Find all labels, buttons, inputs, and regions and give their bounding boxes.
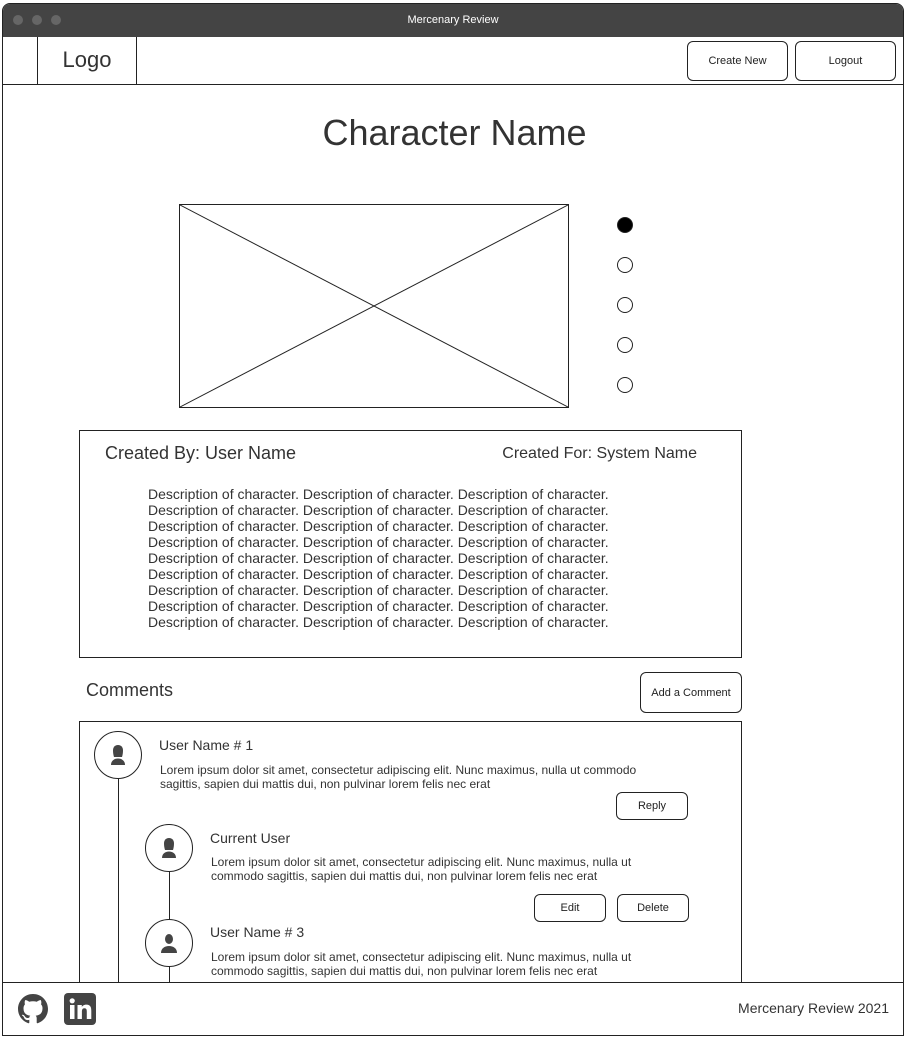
window-title: Mercenary Review bbox=[407, 14, 499, 26]
description-line: Description of character. Description of… bbox=[148, 598, 609, 614]
image-placeholder-icon bbox=[180, 205, 568, 407]
reply-button[interactable]: Reply bbox=[616, 792, 688, 820]
comments-list[interactable]: User Name # 1 Lorem ipsum dolor sit amet… bbox=[79, 721, 742, 991]
copyright-text: Mercenary Review 2021 bbox=[738, 1000, 889, 1016]
logout-button[interactable]: Logout bbox=[795, 41, 896, 81]
minimize-window-dot[interactable] bbox=[32, 15, 42, 25]
character-image-placeholder bbox=[179, 204, 569, 408]
created-by: Created By: User Name bbox=[105, 443, 297, 463]
comment-avatar bbox=[94, 731, 142, 779]
carousel-dot[interactable] bbox=[617, 297, 633, 313]
linkedin-icon[interactable] bbox=[64, 993, 96, 1025]
comment-user-name[interactable]: Current User bbox=[210, 830, 290, 846]
comment-text-line: Lorem ipsum dolor sit amet, consectetur … bbox=[160, 763, 637, 777]
comment-text-line: commodo sagittis, sapien dui mattis dui,… bbox=[211, 964, 598, 978]
description-line: Description of character. Description of… bbox=[148, 566, 609, 582]
description-line: Description of character. Description of… bbox=[148, 486, 609, 502]
maximize-window-dot[interactable] bbox=[51, 15, 61, 25]
logo[interactable]: Logo bbox=[37, 37, 137, 85]
comment-text: Lorem ipsum dolor sit amet, consectetur … bbox=[211, 855, 631, 883]
thread-line bbox=[118, 777, 119, 991]
description-line: Description of character. Description of… bbox=[148, 502, 609, 518]
character-name: Character Name bbox=[322, 112, 587, 153]
edit-button[interactable]: Edit bbox=[534, 894, 606, 922]
comment-text-line: commodo sagittis, sapien dui mattis dui,… bbox=[211, 869, 598, 883]
description-line: Description of character. Description of… bbox=[148, 582, 609, 598]
user-female-icon bbox=[111, 745, 125, 765]
description-line: Description of character. Description of… bbox=[148, 550, 609, 566]
github-icon[interactable] bbox=[17, 993, 49, 1025]
created-for: Created For: System Name bbox=[502, 445, 697, 462]
comment-user-name[interactable]: User Name # 1 bbox=[159, 737, 253, 753]
delete-button[interactable]: Delete bbox=[617, 894, 689, 922]
close-window-dot[interactable] bbox=[13, 15, 23, 25]
user-male-icon bbox=[161, 934, 177, 953]
carousel-dot[interactable] bbox=[617, 217, 633, 233]
comment-text-line: Lorem ipsum dolor sit amet, consectetur … bbox=[211, 855, 632, 869]
character-description: Description of character. Description of… bbox=[148, 486, 668, 630]
carousel-dot[interactable] bbox=[617, 257, 633, 273]
comment-avatar bbox=[145, 919, 193, 967]
navbar: Logo Create New Logout bbox=[3, 37, 903, 85]
comment-text: Lorem ipsum dolor sit amet, consectetur … bbox=[160, 763, 636, 791]
footer: Mercenary Review 2021 bbox=[3, 982, 903, 1033]
window-controls bbox=[13, 15, 61, 25]
description-line: Description of character. Description of… bbox=[148, 534, 609, 550]
description-line: Description of character. Description of… bbox=[148, 518, 609, 534]
description-line: Description of character. Description of… bbox=[148, 614, 609, 630]
add-comment-button[interactable]: Add a Comment bbox=[640, 672, 742, 713]
comments-heading: Comments bbox=[86, 680, 174, 700]
comment-avatar bbox=[145, 824, 193, 872]
character-info-box: Created By: User Name Created For: Syste… bbox=[79, 430, 742, 658]
carousel-dot[interactable] bbox=[617, 337, 633, 353]
comment-text-line: sagittis, sapien dui mattis dui, non pul… bbox=[160, 777, 491, 791]
comment-text-line: Lorem ipsum dolor sit amet, consectetur … bbox=[211, 950, 632, 964]
create-new-button[interactable]: Create New bbox=[687, 41, 788, 81]
user-female-icon bbox=[162, 838, 176, 858]
comment-user-name[interactable]: User Name # 3 bbox=[210, 924, 304, 940]
title-bar: Mercenary Review bbox=[3, 4, 903, 37]
carousel-dot[interactable] bbox=[617, 377, 633, 393]
comment-text: Lorem ipsum dolor sit amet, consectetur … bbox=[211, 950, 631, 978]
